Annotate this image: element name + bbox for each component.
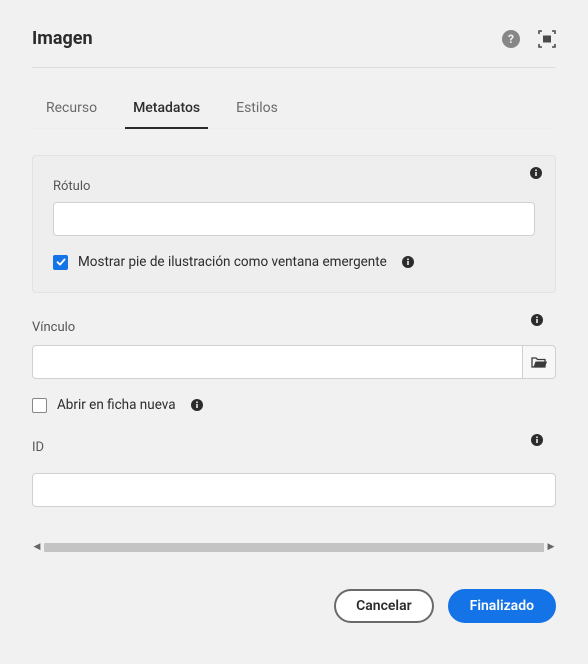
info-icon[interactable]: [401, 255, 415, 269]
scroll-right-arrow[interactable]: ▶: [546, 541, 556, 553]
info-icon[interactable]: [530, 433, 544, 447]
scroll-left-arrow[interactable]: ◀: [32, 541, 42, 553]
rotulo-group: Rótulo Mostrar pie de ilustración como v…: [32, 155, 556, 293]
id-section: ID: [32, 439, 556, 507]
id-label: ID: [32, 440, 44, 455]
cancel-button[interactable]: Cancelar: [334, 589, 434, 623]
scroll-track[interactable]: [44, 543, 544, 552]
info-icon[interactable]: [190, 398, 204, 412]
rotulo-input[interactable]: [53, 202, 535, 236]
tab-content: Rótulo Mostrar pie de ilustración como v…: [32, 155, 556, 553]
rotulo-label: Rótulo: [53, 179, 90, 194]
horizontal-scrollbar[interactable]: ◀ ▶: [32, 541, 556, 553]
new-tab-row: Abrir en ficha nueva: [32, 397, 556, 413]
tab-estilos[interactable]: Estilos: [218, 90, 296, 128]
tab-bar: Recurso Metadatos Estilos: [32, 90, 556, 129]
caption-popup-row: Mostrar pie de ilustración como ventana …: [53, 254, 535, 270]
svg-text:?: ?: [508, 32, 514, 46]
dialog-title: Imagen: [32, 28, 93, 49]
caption-popup-label: Mostrar pie de ilustración como ventana …: [78, 254, 387, 270]
dialog-header: Imagen ?: [32, 28, 556, 68]
tab-recurso[interactable]: Recurso: [32, 90, 115, 128]
tab-metadatos[interactable]: Metadatos: [115, 90, 218, 128]
rotulo-label-row: Rótulo: [53, 178, 535, 194]
header-actions: ?: [502, 30, 556, 48]
vinculo-label: Vínculo: [32, 320, 75, 335]
new-tab-checkbox[interactable]: [32, 398, 47, 413]
caption-popup-checkbox[interactable]: [53, 255, 68, 270]
fullscreen-icon[interactable]: [538, 30, 556, 48]
path-picker-button[interactable]: [522, 345, 556, 379]
info-icon[interactable]: [529, 166, 543, 180]
dialog-footer: Cancelar Finalizado: [32, 589, 556, 623]
help-icon[interactable]: ?: [502, 30, 520, 48]
folder-open-icon: [531, 355, 547, 369]
id-input[interactable]: [32, 473, 556, 507]
image-properties-dialog: Imagen ? Recurso Metadatos Estilos Rótul…: [0, 0, 588, 643]
new-tab-label: Abrir en ficha nueva: [57, 397, 176, 413]
info-icon[interactable]: [530, 313, 544, 327]
vinculo-input-group: [32, 345, 556, 379]
done-button[interactable]: Finalizado: [448, 589, 556, 623]
vinculo-input[interactable]: [32, 345, 522, 379]
vinculo-section: Vínculo Abrir en ficha nueva: [32, 319, 556, 413]
